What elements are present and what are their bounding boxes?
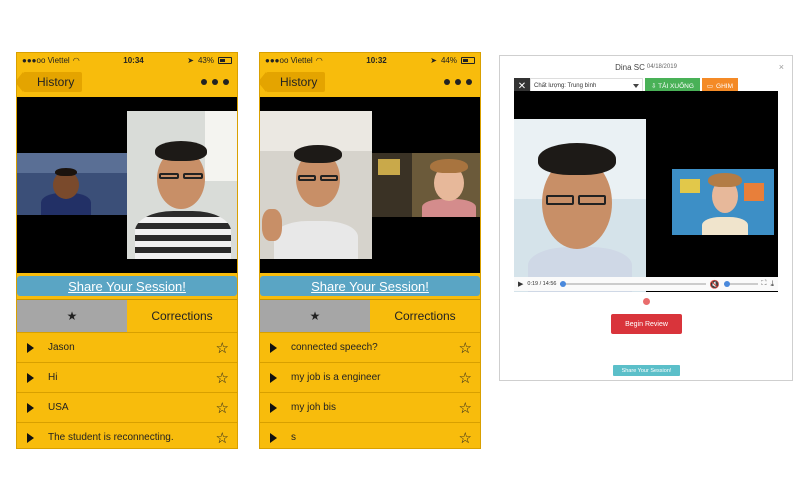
list-item[interactable]: s ☆ bbox=[260, 422, 480, 448]
fullscreen-icon[interactable]: ⛶ bbox=[762, 280, 767, 288]
list-item[interactable]: USA ☆ bbox=[17, 392, 237, 422]
tab-favorites[interactable]: ★ bbox=[260, 300, 370, 332]
back-button-label: History bbox=[280, 75, 318, 89]
play-icon[interactable] bbox=[270, 342, 277, 353]
video-call-area bbox=[17, 97, 237, 273]
play-icon[interactable]: ▶ bbox=[518, 280, 523, 288]
clock: 10:34 bbox=[123, 55, 144, 65]
record-button-label: GHIM bbox=[716, 82, 734, 90]
stage: ●●●oo Viettel ◠ 10:34 ➤ 43% History Shar… bbox=[0, 0, 800, 500]
mute-icon[interactable]: 🔇 bbox=[710, 280, 720, 289]
dialog-title-bar: Dina SC 04/18/2019 × bbox=[500, 56, 792, 78]
list-item-text: my joh bis bbox=[291, 402, 337, 413]
play-icon[interactable] bbox=[270, 402, 277, 413]
list-item-text: Hi bbox=[48, 372, 58, 383]
begin-review-button[interactable]: Begin Review bbox=[611, 314, 682, 334]
video-player[interactable]: ▶ 0:19 / 14:56 🔇 ⛶ ⤓ bbox=[514, 91, 778, 292]
wifi-icon: ◠ bbox=[72, 55, 80, 65]
star-icon[interactable]: ☆ bbox=[216, 429, 229, 447]
carrier-label: ●●●oo Viettel bbox=[265, 55, 313, 65]
location-icon: ➤ bbox=[187, 55, 194, 65]
video-call-area bbox=[260, 97, 480, 273]
player-video-area bbox=[514, 119, 778, 292]
close-icon[interactable]: × bbox=[779, 62, 784, 72]
local-video-tile bbox=[127, 111, 237, 259]
battery-icon bbox=[217, 56, 232, 64]
star-icon[interactable]: ☆ bbox=[459, 369, 472, 387]
tab-bar: ★ Corrections bbox=[17, 299, 237, 332]
list-item-text: USA bbox=[48, 402, 69, 413]
corrections-list: connected speech? ☆ my job is a engineer… bbox=[260, 332, 480, 448]
clock: 10:32 bbox=[366, 55, 387, 65]
tab-corrections[interactable]: Corrections bbox=[127, 300, 237, 332]
play-icon[interactable] bbox=[270, 372, 277, 383]
play-icon[interactable] bbox=[27, 432, 34, 443]
star-icon[interactable]: ☆ bbox=[459, 429, 472, 447]
session-review-dialog: Dina SC 04/18/2019 × ✕ Chất lượng: Trung… bbox=[499, 55, 793, 381]
seek-slider[interactable] bbox=[560, 281, 706, 287]
more-options-icon[interactable] bbox=[444, 79, 472, 85]
player-controls: ▶ 0:19 / 14:56 🔇 ⛶ ⤓ bbox=[514, 277, 778, 291]
share-session-button[interactable]: Share Your Session! bbox=[613, 365, 680, 376]
list-item[interactable]: Hi ☆ bbox=[17, 362, 237, 392]
session-date: 04/18/2019 bbox=[646, 64, 677, 70]
list-item[interactable]: my job is a engineer ☆ bbox=[260, 362, 480, 392]
remote-video-tile bbox=[372, 153, 480, 217]
download-icon[interactable]: ⤓ bbox=[770, 279, 774, 289]
status-bar: ●●●oo Viettel ◠ 10:34 ➤ 43% bbox=[17, 53, 237, 67]
local-video-tile bbox=[260, 111, 372, 259]
list-item-text: s bbox=[291, 432, 296, 443]
tab-bar: ★ Corrections bbox=[260, 299, 480, 332]
list-item-text: Jason bbox=[48, 342, 75, 353]
play-icon[interactable] bbox=[27, 342, 34, 353]
battery-percent: 44% bbox=[440, 55, 457, 65]
remote-video-tile bbox=[17, 153, 127, 215]
seek-handle[interactable] bbox=[560, 281, 567, 287]
battery-percent: 43% bbox=[197, 55, 214, 65]
location-icon: ➤ bbox=[430, 55, 437, 65]
star-icon[interactable]: ☆ bbox=[216, 399, 229, 417]
share-session-button[interactable]: Share Your Session! bbox=[17, 276, 237, 296]
nav-bar: History bbox=[260, 67, 480, 97]
volume-handle[interactable] bbox=[723, 281, 730, 287]
battery-icon bbox=[460, 56, 475, 64]
more-options-icon[interactable] bbox=[201, 79, 229, 85]
star-icon[interactable]: ☆ bbox=[459, 399, 472, 417]
chevron-down-icon bbox=[633, 84, 639, 88]
history-back-button[interactable]: History bbox=[17, 72, 83, 92]
star-icon[interactable]: ☆ bbox=[216, 339, 229, 357]
volume-slider[interactable] bbox=[723, 281, 758, 287]
quality-select-value: Chất lượng: Trung bình bbox=[534, 83, 597, 89]
back-button-label: History bbox=[37, 75, 75, 89]
list-item-text: connected speech? bbox=[291, 342, 378, 353]
corrections-list: Jason ☆ Hi ☆ USA ☆ The student is reconn… bbox=[17, 332, 237, 448]
play-icon[interactable] bbox=[270, 432, 277, 443]
carrier-label: ●●●oo Viettel bbox=[22, 55, 70, 65]
phone-screen-2: ●●●oo Viettel ◠ 10:32 ➤ 44% History Shar… bbox=[259, 52, 481, 449]
list-item[interactable]: Jason ☆ bbox=[17, 332, 237, 362]
wifi-icon: ◠ bbox=[315, 55, 323, 65]
list-item[interactable]: my joh bis ☆ bbox=[260, 392, 480, 422]
history-back-button[interactable]: History bbox=[260, 72, 326, 92]
list-item-text: The student is reconnecting. bbox=[48, 432, 174, 443]
dialog-title: Dina SC bbox=[615, 62, 645, 72]
phone-screen-1: ●●●oo Viettel ◠ 10:34 ➤ 43% History Shar… bbox=[16, 52, 238, 449]
nav-bar: History bbox=[17, 67, 237, 97]
remote-video-tile bbox=[672, 169, 774, 235]
time-readout: 0:19 / 14:56 bbox=[527, 281, 557, 287]
tab-corrections[interactable]: Corrections bbox=[370, 300, 480, 332]
local-video-tile bbox=[514, 119, 646, 292]
list-item-text: my job is a engineer bbox=[291, 372, 381, 383]
record-icon: ▭ bbox=[706, 83, 714, 90]
list-item[interactable]: The student is reconnecting. ☆ bbox=[17, 422, 237, 448]
recording-indicator bbox=[643, 298, 650, 305]
star-icon[interactable]: ☆ bbox=[216, 369, 229, 387]
list-item[interactable]: connected speech? ☆ bbox=[260, 332, 480, 362]
play-icon[interactable] bbox=[27, 402, 34, 413]
star-icon[interactable]: ☆ bbox=[459, 339, 472, 357]
status-bar: ●●●oo Viettel ◠ 10:32 ➤ 44% bbox=[260, 53, 480, 67]
play-icon[interactable] bbox=[27, 372, 34, 383]
share-session-button[interactable]: Share Your Session! bbox=[260, 276, 480, 296]
tab-favorites[interactable]: ★ bbox=[17, 300, 127, 332]
